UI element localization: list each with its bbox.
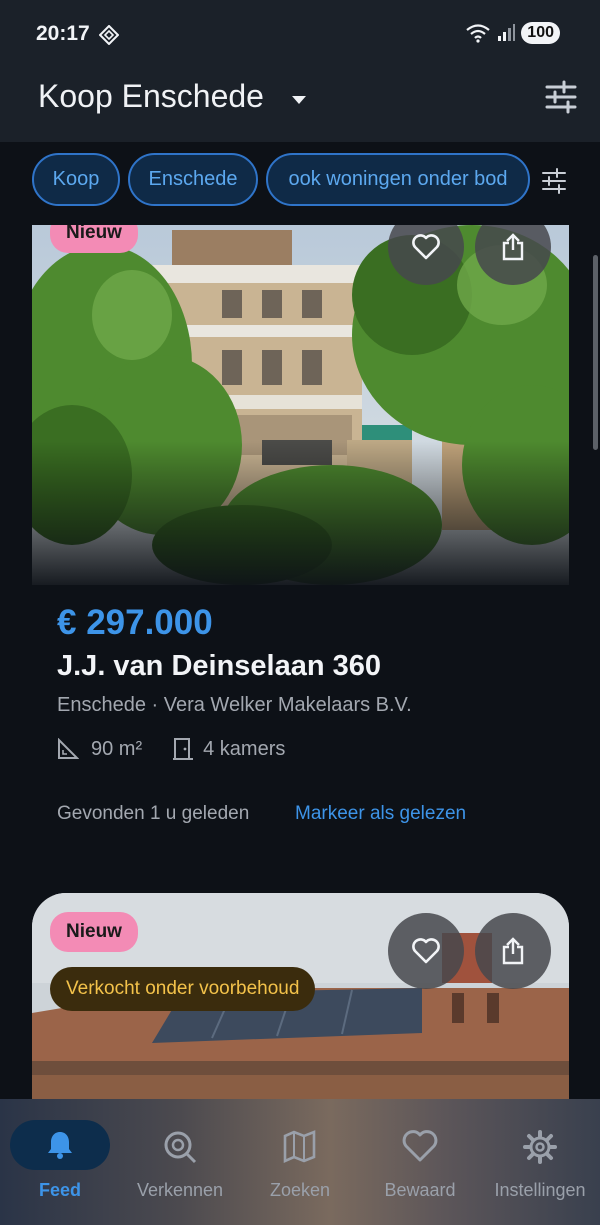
nav-verkennen[interactable]: Verkennen — [120, 1099, 240, 1225]
nav-bewaard[interactable]: Bewaard — [360, 1099, 480, 1225]
app-bar: Koop Enschede — [0, 66, 600, 142]
save-button[interactable] — [388, 913, 464, 989]
filter-settings-icon[interactable] — [541, 168, 567, 194]
gear-icon — [523, 1130, 557, 1164]
filter-tune-icon[interactable] — [544, 80, 578, 114]
nav-label: Bewaard — [384, 1180, 456, 1200]
listing-area: 90 m² — [91, 737, 143, 760]
share-icon — [502, 233, 524, 261]
signal-icon — [498, 24, 516, 41]
nav-feed[interactable]: Feed — [0, 1099, 120, 1225]
nav-label: Feed — [38, 1180, 81, 1200]
status-time: 20:17 — [36, 22, 90, 45]
chip-enschede[interactable]: Enschede — [128, 153, 258, 206]
scrollbar[interactable] — [593, 255, 598, 450]
wifi-icon — [466, 24, 490, 43]
nfc-diamond-icon — [99, 25, 119, 45]
listing-photo[interactable]: Nieuw — [32, 225, 569, 585]
apartment-photo — [32, 225, 569, 585]
listing-location: Enschede · Vera Welker Makelaars B.V. — [57, 694, 412, 716]
nav-label: Instellingen — [494, 1180, 586, 1200]
new-badge: Nieuw — [50, 912, 138, 952]
new-badge: Nieuw — [50, 225, 138, 253]
area-ruler-icon — [58, 738, 79, 759]
listing-price: € 297.000 — [57, 603, 213, 642]
share-icon — [502, 937, 524, 965]
heart-icon — [412, 234, 440, 260]
filter-chips: Koop Enschede ook woningen onder bod — [0, 142, 600, 222]
nav-active-indicator — [10, 1120, 110, 1170]
chip-koop[interactable]: Koop — [32, 153, 120, 206]
listing-address: J.J. van Deinselaan 360 — [57, 650, 382, 682]
map-search-icon — [283, 1130, 316, 1164]
nav-instellingen[interactable]: Instellingen — [480, 1099, 600, 1225]
bottom-nav: Feed Verkennen Zoeken Bewaard Instelling… — [0, 1099, 600, 1225]
listing-rooms: 4 kamers — [203, 737, 286, 760]
sold-status-badge: Verkocht onder voorbehoud — [50, 967, 316, 1011]
found-time: Gevonden 1 u geleden — [57, 803, 250, 824]
page-title[interactable]: Koop Enschede — [38, 78, 264, 115]
bell-icon — [48, 1132, 72, 1159]
mark-as-read-link[interactable]: Markeer als gelezen — [295, 803, 466, 825]
listing-card[interactable]: Nieuw € 297.000 J.J. van Deinselaan 360 … — [32, 225, 569, 865]
heart-icon — [412, 938, 440, 964]
listing-features: 90 m² 4 kamers — [57, 737, 285, 761]
chip-onder-bod[interactable]: ook woningen onder bod — [266, 153, 530, 206]
nav-label: Verkennen — [136, 1180, 224, 1200]
heart-icon — [402, 1130, 438, 1162]
status-bar: 20:17 100 — [0, 0, 600, 66]
battery-indicator: 100 — [521, 22, 560, 44]
explore-icon — [164, 1131, 197, 1164]
share-button[interactable] — [475, 913, 551, 989]
nav-zoeken[interactable]: Zoeken — [240, 1099, 360, 1225]
nav-label: Zoeken — [269, 1180, 331, 1200]
door-icon — [173, 738, 194, 760]
dropdown-caret-icon[interactable] — [290, 94, 308, 106]
